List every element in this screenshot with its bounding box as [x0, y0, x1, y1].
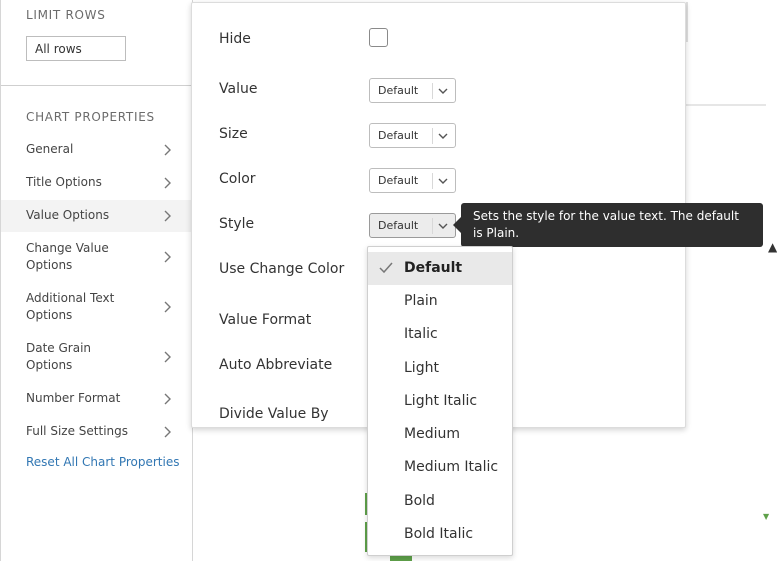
select-divider: [432, 173, 433, 189]
style-select[interactable]: Default: [369, 213, 456, 238]
style-tooltip: Sets the style for the value text. The d…: [461, 203, 763, 247]
option-label: Medium: [404, 426, 460, 442]
section-divider: [1, 85, 193, 86]
option-label: Light Italic: [404, 393, 478, 409]
divide-value-by-label: Divide Value By: [219, 406, 329, 422]
sidebar-item-additional-text-options[interactable]: Additional Text Options: [1, 289, 193, 325]
sidebar-item-label: Value Options: [26, 208, 110, 222]
select-divider: [432, 218, 433, 234]
style-label: Style: [219, 216, 255, 232]
style-option-bold[interactable]: Bold: [368, 485, 512, 518]
option-label: Italic: [404, 326, 438, 342]
sidebar-item-general[interactable]: General: [1, 139, 193, 161]
background-card-edge-2: [686, 104, 766, 106]
chevron-right-icon: [164, 177, 171, 189]
chevron-right-icon: [164, 351, 171, 363]
color-select-value: Default: [378, 174, 419, 187]
color-label: Color: [219, 171, 256, 187]
option-label: Light: [404, 360, 439, 376]
value-format-label: Value Format: [219, 312, 312, 328]
sidebar-item-label: Change Value Options: [26, 241, 109, 272]
value-select-value: Default: [378, 84, 419, 97]
style-option-default[interactable]: Default: [368, 252, 512, 285]
color-select[interactable]: Default: [369, 168, 456, 193]
chevron-right-icon: [164, 426, 171, 438]
size-label: Size: [219, 126, 248, 142]
background-card-edge: [686, 2, 688, 42]
left-sidebar: LIMIT ROWS All rows CHART PROPERTIES Gen…: [0, 0, 193, 561]
sidebar-item-date-grain-options[interactable]: Date Grain Options: [1, 339, 193, 375]
chevron-right-icon: [164, 210, 171, 222]
hide-checkbox[interactable]: [369, 28, 388, 47]
style-option-bold-italic[interactable]: Bold Italic: [368, 518, 512, 551]
chevron-down-icon: [438, 223, 448, 229]
chevron-right-icon: [164, 393, 171, 405]
sidebar-item-title-options[interactable]: Title Options: [1, 172, 193, 194]
chevron-right-icon: [164, 301, 171, 313]
sidebar-item-full-size-settings[interactable]: Full Size Settings: [1, 421, 193, 443]
reset-all-chart-properties-link[interactable]: Reset All Chart Properties: [26, 455, 179, 469]
size-select-value: Default: [378, 129, 419, 142]
chart-marker-fragment: ▼: [763, 512, 770, 521]
style-option-light[interactable]: Light: [368, 352, 512, 385]
hide-label: Hide: [219, 31, 251, 47]
value-label: Value: [219, 81, 258, 97]
limit-rows-title: LIMIT ROWS: [26, 8, 106, 22]
option-label: Default: [404, 260, 463, 276]
style-option-plain[interactable]: Plain: [368, 285, 512, 318]
sidebar-item-label: Full Size Settings: [26, 424, 128, 438]
sidebar-item-label: General: [26, 142, 74, 156]
style-dropdown-menu: Default Plain Italic Light Light Italic …: [367, 246, 513, 556]
arrow-fragment-icon: ▲: [768, 240, 777, 254]
sidebar-item-number-format[interactable]: Number Format: [1, 388, 193, 410]
select-divider: [432, 83, 433, 99]
value-select[interactable]: Default: [369, 78, 456, 103]
tooltip-arrow: [453, 217, 461, 233]
option-label: Medium Italic: [404, 459, 499, 475]
sidebar-item-change-value-options[interactable]: Change Value Options: [1, 239, 193, 275]
style-option-medium-italic[interactable]: Medium Italic: [368, 451, 512, 484]
checkmark-icon: [379, 262, 393, 274]
sidebar-item-label: Title Options: [26, 175, 102, 189]
limit-rows-input[interactable]: All rows: [26, 36, 126, 61]
auto-abbreviate-label: Auto Abbreviate: [219, 357, 333, 373]
style-option-light-italic[interactable]: Light Italic: [368, 385, 512, 418]
style-option-italic[interactable]: Italic: [368, 318, 512, 351]
style-select-value: Default: [378, 219, 419, 232]
chevron-down-icon: [438, 133, 448, 139]
chevron-right-icon: [164, 251, 171, 263]
chevron-right-icon: [164, 144, 171, 156]
sidebar-item-value-options[interactable]: Value Options: [1, 200, 193, 232]
select-divider: [432, 128, 433, 144]
option-label: Bold Italic: [404, 526, 474, 542]
sidebar-item-label: Date Grain Options: [26, 341, 92, 372]
option-label: Bold: [404, 493, 435, 509]
sidebar-item-label: Number Format: [26, 391, 121, 405]
chart-properties-title: CHART PROPERTIES: [26, 110, 155, 124]
chevron-down-icon: [438, 178, 448, 184]
option-label: Plain: [404, 293, 438, 309]
style-option-medium[interactable]: Medium: [368, 418, 512, 451]
chevron-down-icon: [438, 88, 448, 94]
size-select[interactable]: Default: [369, 123, 456, 148]
sidebar-item-label: Additional Text Options: [26, 291, 115, 322]
use-change-color-label: Use Change Color: [219, 261, 345, 277]
